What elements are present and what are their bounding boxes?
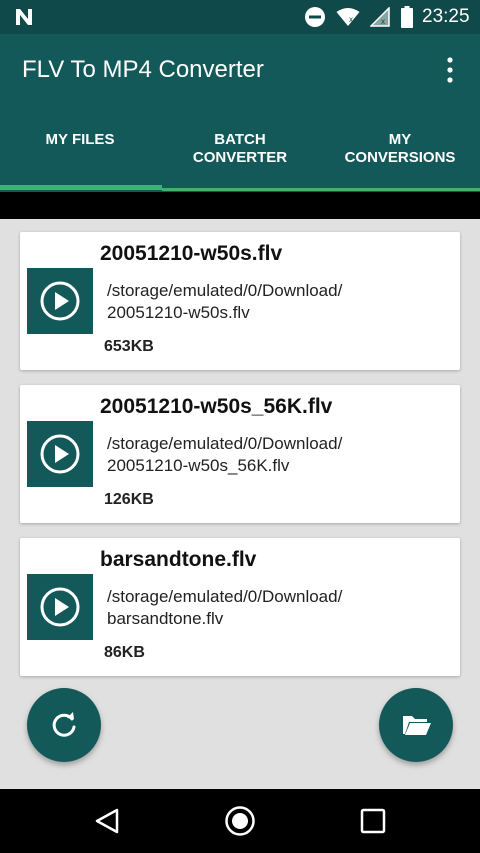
tab-selected-indicator — [0, 185, 162, 190]
n-icon — [16, 9, 32, 25]
file-path: /storage/emulated/0/Download/ 20051210-w… — [107, 280, 447, 324]
tab-label: MY — [388, 131, 412, 148]
file-path-line: /storage/emulated/0/Download/ — [107, 434, 343, 453]
file-size: 86KB — [104, 644, 145, 661]
tab-label-line2: CONVERSIONS — [344, 149, 456, 166]
file-path-line: /storage/emulated/0/Download/ — [107, 281, 343, 300]
svg-text:x: x — [381, 17, 385, 26]
svg-text:x: x — [349, 15, 353, 24]
more-vert-icon[interactable] — [440, 56, 460, 84]
refresh-button[interactable] — [27, 688, 101, 762]
status-time: 23:25 — [422, 6, 470, 27]
file-card[interactable]: barsandtone.flv /storage/emulated/0/Down… — [20, 538, 460, 676]
file-size: 126KB — [104, 491, 154, 508]
tab-label: MY FILES — [45, 131, 115, 148]
home-icon[interactable] — [224, 805, 256, 837]
file-path-line: 20051210-w50s.flv — [107, 303, 250, 322]
wifi-icon: x — [336, 8, 360, 26]
tab-label: BATCH — [214, 131, 266, 148]
navigation-bar — [0, 789, 480, 853]
file-size: 653KB — [104, 338, 154, 355]
tab-my-conversions[interactable]: MY CONVERSIONS — [320, 106, 480, 192]
open-folder-button[interactable] — [379, 688, 453, 762]
file-path-line: /storage/emulated/0/Download/ — [107, 587, 343, 606]
battery-icon — [401, 6, 413, 28]
refresh-icon — [52, 712, 76, 737]
divider-band — [0, 192, 480, 219]
tab-underline — [162, 188, 480, 191]
recent-apps-icon[interactable] — [360, 808, 386, 834]
file-name: 20051210-w50s_56K.flv — [100, 395, 333, 418]
tab-bar: MY FILES BATCH CONVERTER MY CONVERSIONS — [0, 106, 480, 192]
folder-open-icon — [403, 716, 431, 735]
play-circle-icon — [40, 587, 80, 627]
app-title: FLV To MP4 Converter — [22, 56, 264, 83]
status-bar: x x 23:25 — [0, 0, 480, 34]
file-path-line: 20051210-w50s_56K.flv — [107, 456, 290, 475]
file-name: 20051210-w50s.flv — [100, 242, 283, 265]
video-thumbnail[interactable] — [27, 268, 93, 334]
do-not-disturb-icon — [305, 7, 325, 27]
back-icon[interactable] — [93, 807, 121, 835]
tab-label-line2: CONVERTER — [192, 149, 288, 166]
tab-batch-converter[interactable]: BATCH CONVERTER — [160, 106, 320, 192]
play-circle-icon — [40, 434, 80, 474]
signal-icon: x — [370, 7, 390, 27]
app-bar: FLV To MP4 Converter — [0, 34, 480, 106]
file-card[interactable]: 20051210-w50s.flv /storage/emulated/0/Do… — [20, 232, 460, 370]
file-name: barsandtone.flv — [100, 548, 257, 571]
file-card[interactable]: 20051210-w50s_56K.flv /storage/emulated/… — [20, 385, 460, 523]
file-path-line: barsandtone.flv — [107, 609, 224, 628]
file-path: /storage/emulated/0/Download/ 20051210-w… — [107, 433, 447, 477]
play-circle-icon — [40, 281, 80, 321]
file-path: /storage/emulated/0/Download/ barsandton… — [107, 586, 447, 630]
tab-my-files[interactable]: MY FILES — [0, 106, 160, 192]
video-thumbnail[interactable] — [27, 421, 93, 487]
video-thumbnail[interactable] — [27, 574, 93, 640]
